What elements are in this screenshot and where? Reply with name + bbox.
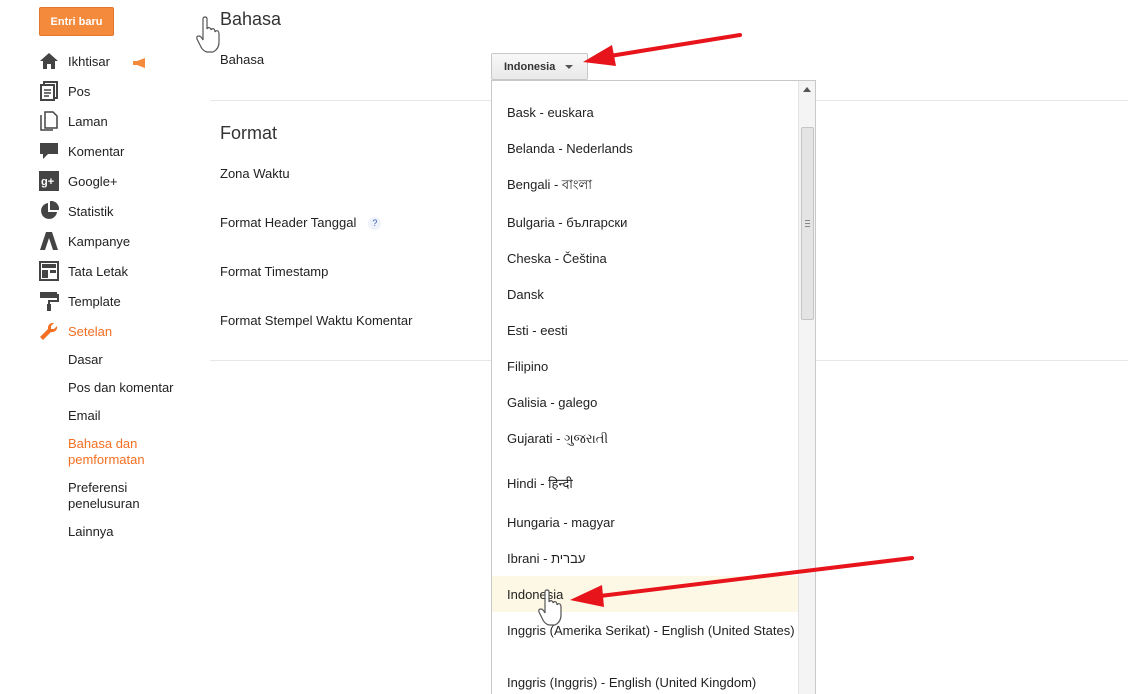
- list-item[interactable]: Inggris (Amerika Serikat) - English (Uni…: [492, 623, 798, 639]
- list-item[interactable]: Hindi - हिन्दी: [492, 476, 798, 492]
- adwords-icon: [39, 231, 59, 251]
- zona-waktu-label: Zona Waktu: [220, 166, 290, 181]
- list-item[interactable]: Dansk: [492, 287, 798, 303]
- language-select[interactable]: Indonesia: [491, 53, 588, 80]
- list-item[interactable]: Cheska - Čeština: [492, 251, 798, 267]
- list-item[interactable]: Inggris (Inggris) - English (United King…: [492, 675, 798, 691]
- home-icon: [39, 51, 59, 71]
- wrench-icon: [39, 321, 59, 341]
- sidebar-item-komentar[interactable]: Komentar: [39, 136, 199, 166]
- subnav-preferensi-penelusuran[interactable]: Preferensi penelusuran: [68, 480, 158, 512]
- comment-icon: [39, 141, 59, 161]
- sidebar-item-label: Statistik: [68, 203, 114, 219]
- scrollbar-thumb[interactable]: [801, 127, 814, 320]
- scrollbar[interactable]: [798, 81, 815, 694]
- sidebar-item-label: Laman: [68, 113, 108, 129]
- subnav-pos-dan-komentar[interactable]: Pos dan komentar: [68, 380, 174, 396]
- sidebar-item-setelan[interactable]: Setelan: [39, 316, 199, 346]
- format-header-tanggal-row: Format Header Tanggal?: [220, 215, 382, 231]
- help-icon[interactable]: ?: [368, 217, 382, 231]
- list-item[interactable]: Galisia - galego: [492, 395, 798, 411]
- sidebar-item-label: Kampanye: [68, 233, 131, 249]
- language-select-value: Indonesia: [504, 60, 556, 73]
- sidebar-item-label: Setelan: [68, 323, 113, 339]
- language-dropdown[interactable]: Bask - euskara Belanda - Nederlands Beng…: [491, 80, 816, 694]
- sidebar-item-google-plus[interactable]: g+ Google+: [39, 166, 199, 196]
- format-timestamp-label: Format Timestamp: [220, 264, 329, 279]
- sidebar-item-label: Pos: [68, 83, 91, 99]
- sidebar-item-label: Tata Letak: [68, 263, 128, 279]
- sidebar-item-ikhtisar[interactable]: Ikhtisar: [39, 46, 199, 76]
- sidebar-item-statistik[interactable]: Statistik: [39, 196, 199, 226]
- format-heading: Format: [220, 123, 278, 143]
- bahasa-heading: Bahasa: [220, 9, 282, 29]
- sidebar-item-laman[interactable]: Laman: [39, 106, 199, 136]
- sidebar-item-tata-letak[interactable]: Tata Letak: [39, 256, 199, 286]
- subnav-dasar[interactable]: Dasar: [68, 352, 103, 368]
- sidebar-item-label: Google+: [68, 173, 118, 189]
- grip-icon: [805, 220, 810, 227]
- subnav-lainnya[interactable]: Lainnya: [68, 524, 114, 540]
- sidebar-item-template[interactable]: Template: [39, 286, 199, 316]
- list-item[interactable]: Ibrani - עברית: [492, 551, 798, 567]
- sidebar-item-kampanye[interactable]: Kampanye: [39, 226, 199, 256]
- google-plus-icon: g+: [39, 171, 59, 191]
- scroll-up-arrow-icon[interactable]: [803, 87, 811, 92]
- subnav-email[interactable]: Email: [68, 408, 101, 424]
- bahasa-label: Bahasa: [220, 52, 265, 67]
- paint-roller-icon: [39, 291, 59, 311]
- red-arrow-top: [583, 33, 742, 66]
- format-stempel-label: Format Stempel Waktu Komentar: [220, 313, 413, 328]
- list-item[interactable]: Bengali - বাংলা: [492, 177, 798, 193]
- list-item[interactable]: Gujarati - ગુજરાતી: [492, 431, 798, 447]
- new-entry-button[interactable]: Entri baru: [39, 7, 114, 36]
- list-item[interactable]: Bulgaria - български: [492, 215, 798, 231]
- list-item[interactable]: Bask - euskara: [492, 105, 798, 121]
- format-header-tanggal-label: Format Header Tanggal: [220, 215, 357, 230]
- svg-text:g+: g+: [41, 176, 54, 188]
- pie-chart-icon: [39, 201, 59, 221]
- subnav-bahasa-dan-pemformatan[interactable]: Bahasa dan pemformatan: [68, 436, 158, 468]
- sidebar-item-label: Komentar: [68, 143, 125, 159]
- clipped-option: [552, 81, 564, 83]
- sidebar-item-label: Template: [68, 293, 121, 309]
- layout-icon: [39, 261, 59, 281]
- chevron-down-icon: [565, 64, 574, 69]
- sidebar-item-pos[interactable]: Pos: [39, 76, 199, 106]
- hand-cursor-icon: [196, 16, 220, 53]
- list-item[interactable]: Filipino: [492, 359, 798, 375]
- pages-icon: [39, 111, 59, 131]
- megaphone-icon: [132, 56, 148, 68]
- list-item-selected[interactable]: Indonesia: [492, 576, 798, 612]
- posts-icon: [39, 81, 59, 101]
- sidebar-item-label: Ikhtisar: [68, 53, 110, 69]
- list-item[interactable]: Hungaria - magyar: [492, 515, 798, 531]
- list-item[interactable]: Belanda - Nederlands: [492, 141, 798, 157]
- list-item[interactable]: Esti - eesti: [492, 323, 798, 339]
